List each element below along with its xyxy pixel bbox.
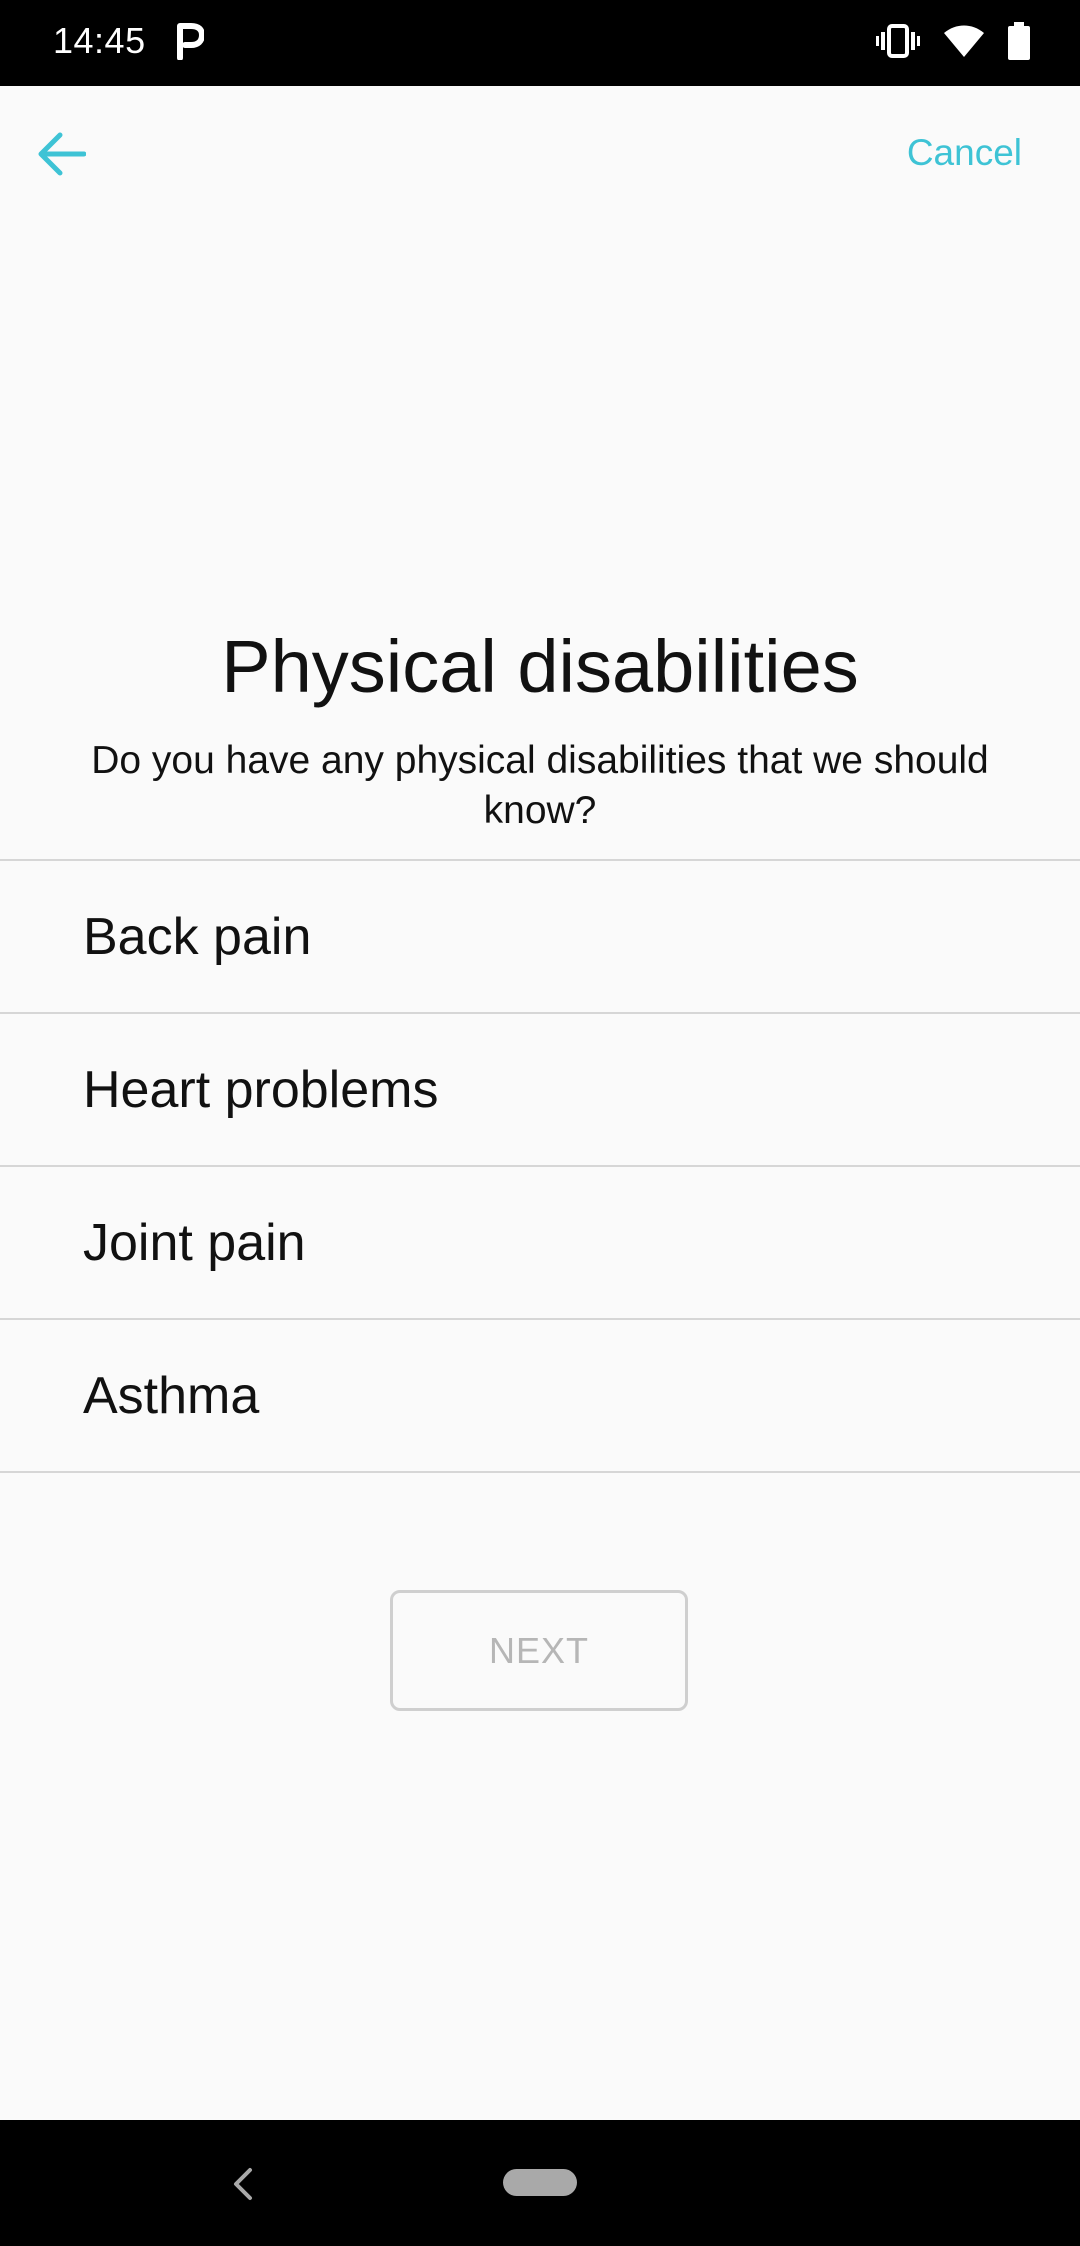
- option-asthma[interactable]: Asthma: [0, 1320, 1080, 1473]
- option-label: Joint pain: [83, 1213, 306, 1272]
- battery-icon: [1008, 22, 1030, 65]
- wifi-icon: [944, 25, 984, 62]
- arrow-left-icon: [38, 132, 87, 181]
- nav-back-icon[interactable]: [228, 2164, 258, 2209]
- page-subtitle: Do you have any physical disabilities th…: [91, 739, 989, 832]
- status-time: 14:45: [53, 20, 146, 61]
- system-nav-bar: [0, 2120, 1080, 2246]
- cancel-button[interactable]: Cancel: [907, 132, 1022, 174]
- options-list: Back pain Heart problems Joint pain Asth…: [0, 859, 1080, 1473]
- back-button[interactable]: [30, 124, 94, 188]
- option-label: Heart problems: [83, 1060, 439, 1119]
- parking-p-icon: [174, 22, 205, 65]
- page-title: Physical disabilities: [221, 625, 859, 708]
- option-heart-problems[interactable]: Heart problems: [0, 1014, 1080, 1167]
- home-pill-icon[interactable]: [503, 2169, 577, 2196]
- screen: 14:45 Cancel Physical disabilities Do yo…: [0, 0, 1080, 2246]
- option-label: Asthma: [83, 1366, 260, 1425]
- status-bar: 14:45: [0, 0, 1080, 86]
- status-icons: [876, 22, 1030, 65]
- option-joint-pain[interactable]: Joint pain: [0, 1167, 1080, 1320]
- option-back-pain[interactable]: Back pain: [0, 861, 1080, 1014]
- app-bar: Cancel: [0, 86, 1080, 222]
- next-button[interactable]: NEXT: [390, 1590, 688, 1711]
- vibrate-icon: [876, 24, 920, 63]
- option-label: Back pain: [83, 907, 312, 966]
